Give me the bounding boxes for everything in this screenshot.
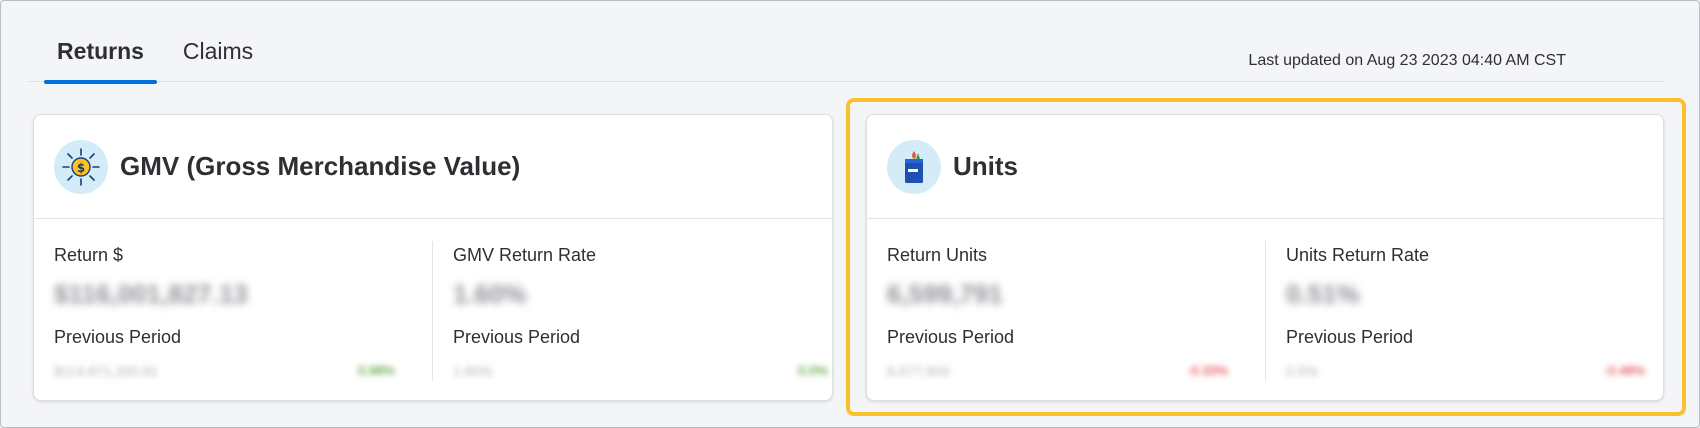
gmv-card: $ GMV (Gross Merchandise Value) Return $… (33, 114, 833, 401)
shopping-bag-icon (887, 139, 941, 194)
previous-period-label: Previous Period (1286, 327, 1414, 347)
previous-period-label: Previous Period (887, 327, 1015, 347)
previous-period-value: 6,577,903 (887, 363, 950, 379)
card-header: Units (867, 115, 1663, 219)
card-title: Units (953, 151, 1018, 181)
previous-period-value: 1.60% (453, 363, 493, 379)
tab-returns[interactable]: Returns (44, 38, 157, 84)
tab-bar: Returns Claims Last updated on Aug 23 20… (28, 20, 1664, 84)
delta-badge: 0.0% (798, 363, 828, 378)
metric-value: 1.60% (453, 279, 527, 309)
card-body: Return Units 6,599,791 Previous Period 6… (867, 219, 1663, 401)
last-updated-text: Last updated on Aug 23 2023 04:40 AM CST (1248, 52, 1566, 69)
dollar-sun-icon: $ (54, 139, 108, 194)
delta-badge: 0.98% (358, 363, 395, 378)
metric-label: GMV Return Rate (453, 245, 597, 265)
metric-value: 6,599,791 (887, 279, 1003, 309)
metric-units-return-rate: Units Return Rate 0.51% Previous Period … (1265, 241, 1663, 381)
metric-return-units: Return Units 6,599,791 Previous Period 6… (867, 219, 1265, 401)
previous-period-value: 0.5% (1286, 363, 1318, 379)
metric-label: Return Units (887, 245, 988, 265)
metric-value: $116,001,827.13 (54, 279, 248, 309)
metric-label: Return $ (54, 245, 124, 265)
units-card: Units Return Units 6,599,791 Previous Pe… (866, 114, 1664, 401)
svg-text:$: $ (77, 161, 85, 175)
metric-value: 0.51% (1286, 279, 1360, 309)
tab-claims[interactable]: Claims (168, 38, 268, 82)
metric-label: Units Return Rate (1286, 245, 1430, 265)
previous-period-label: Previous Period (54, 327, 182, 347)
previous-period-value: $114,871,330.91 (54, 363, 159, 379)
delta-badge: -0.48% (1604, 363, 1646, 378)
delta-badge: -0.33% (1187, 363, 1229, 378)
card-title: GMV (Gross Merchandise Value) (120, 151, 521, 181)
metric-return-dollars: Return $ $116,001,827.13 Previous Period… (34, 219, 432, 401)
card-header: $ GMV (Gross Merchandise Value) (34, 115, 832, 219)
previous-period-label: Previous Period (453, 327, 581, 347)
metric-gmv-return-rate: GMV Return Rate 1.60% Previous Period 1.… (432, 241, 830, 381)
card-body: Return $ $116,001,827.13 Previous Period… (34, 219, 832, 401)
